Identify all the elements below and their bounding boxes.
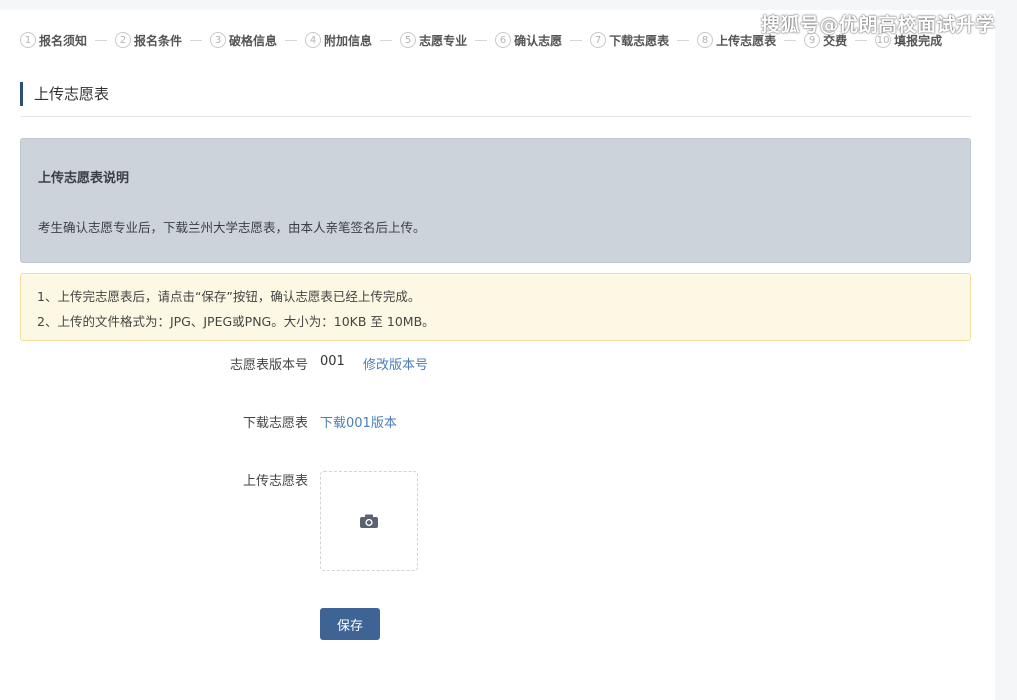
step-label: 志愿专业 (419, 33, 468, 48)
notice-line-2: 2、上传的文件格式为：JPG、JPEG或PNG。大小为：10KB 至 10MB。 (37, 314, 435, 329)
camera-icon (360, 514, 378, 528)
step-number: 3 (210, 32, 227, 48)
step-label: 报名条件 (134, 33, 183, 48)
step-label: 报名须知 (39, 33, 88, 48)
step-connector (855, 39, 868, 41)
step-connector (95, 39, 108, 41)
save-button[interactable]: 保存 (320, 608, 380, 640)
upload-label: 上传志愿表 (242, 474, 308, 489)
instructions-text: 考生确认志愿专业后，下载兰州大学志愿表，由本人亲笔签名后上传。 (38, 220, 426, 235)
modify-version-link[interactable]: 修改版本号 (363, 354, 428, 373)
watermark: 搜狐号@优朗高校面试升学 (760, 14, 995, 36)
step-connector (677, 39, 690, 41)
step-connector (190, 39, 203, 41)
step-7[interactable]: 7 下载志愿表 (590, 32, 669, 49)
upload-dropzone[interactable] (320, 471, 418, 571)
step-number: 7 (590, 32, 607, 48)
page-container: 1 报名须知 2 报名条件 3 破格信息 4 附加信息 5 志愿专业 6 确认志… (0, 10, 995, 700)
step-number: 4 (305, 32, 322, 48)
step-label: 破格信息 (229, 33, 278, 48)
step-number: 5 (400, 32, 417, 48)
notice-panel: 1、上传完志愿表后，请点击“保存”按钮，确认志愿表已经上传完成。 2、上传的文件… (20, 273, 971, 341)
step-connector (380, 39, 393, 41)
notice-line-1: 1、上传完志愿表后，请点击“保存”按钮，确认志愿表已经上传完成。 (37, 289, 421, 304)
version-label: 志愿表版本号 (229, 358, 308, 373)
instructions-panel: 上传志愿表说明 考生确认志愿专业后，下载兰州大学志愿表，由本人亲笔签名后上传。 (20, 138, 971, 263)
download-version-link[interactable]: 下载001版本 (320, 412, 397, 431)
step-number: 8 (697, 32, 714, 48)
step-label: 确认志愿 (514, 33, 563, 48)
step-number: 1 (20, 32, 36, 48)
step-1[interactable]: 1 报名须知 (20, 32, 87, 49)
section-title: 上传志愿表 (20, 82, 972, 106)
version-value: 001 (320, 354, 345, 369)
step-connector (570, 39, 583, 41)
step-connector (784, 39, 797, 41)
step-4[interactable]: 4 附加信息 (305, 32, 372, 49)
step-2[interactable]: 2 报名条件 (115, 32, 182, 49)
download-label: 下载志愿表 (242, 416, 308, 431)
section-divider (20, 116, 972, 117)
step-label: 下载志愿表 (609, 33, 670, 48)
step-connector (475, 39, 488, 41)
step-number: 2 (115, 32, 132, 48)
step-number: 6 (495, 32, 512, 48)
step-5[interactable]: 5 志愿专业 (400, 32, 467, 49)
step-3[interactable]: 3 破格信息 (210, 32, 277, 49)
instructions-title: 上传志愿表说明 (38, 171, 130, 186)
step-connector (285, 39, 298, 41)
step-label: 附加信息 (324, 33, 373, 48)
step-6[interactable]: 6 确认志愿 (495, 32, 562, 49)
